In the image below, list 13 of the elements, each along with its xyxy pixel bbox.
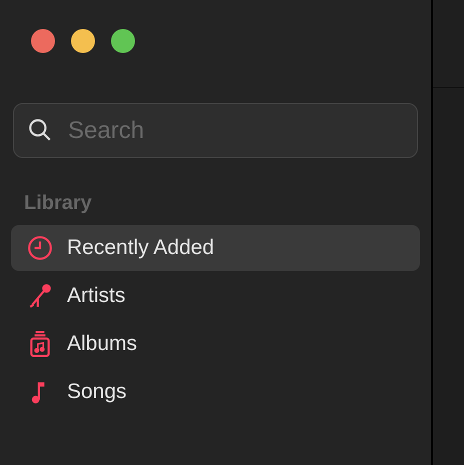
clock-icon — [27, 235, 53, 261]
sidebar-item[interactable]: Artists — [11, 273, 420, 319]
minimize-button[interactable] — [71, 29, 95, 53]
microphone-icon — [27, 283, 53, 309]
search-field[interactable]: Search — [13, 103, 418, 158]
close-button[interactable] — [31, 29, 55, 53]
album-icon — [27, 331, 53, 357]
sidebar-item[interactable]: Recently Added — [11, 225, 420, 271]
zoom-button[interactable] — [111, 29, 135, 53]
sidebar-item[interactable]: Albums — [11, 321, 420, 367]
sidebar-item[interactable]: Songs — [11, 369, 420, 415]
section-heading: Library — [24, 191, 93, 215]
search-icon — [27, 117, 53, 143]
